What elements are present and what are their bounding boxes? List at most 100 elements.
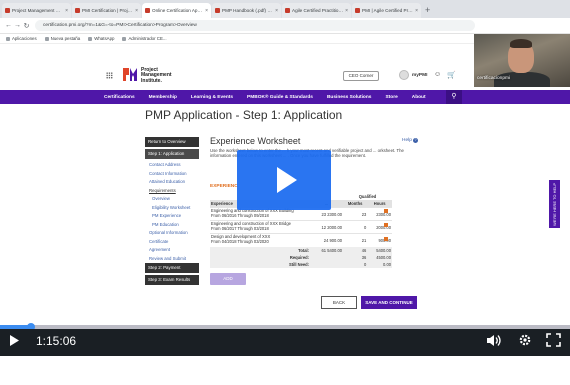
browser-tab[interactable]: Online Certification Applicatio× xyxy=(142,3,211,18)
favicon-icon xyxy=(285,8,290,13)
close-icon[interactable]: × xyxy=(345,8,348,14)
new-tab-icon[interactable]: + xyxy=(425,3,430,18)
back-arrow-icon[interactable]: ← xyxy=(4,22,13,29)
totals-qualified-hours: 5400.00 xyxy=(367,246,392,254)
hours-value: 2300.00 xyxy=(327,211,343,217)
left-nav-item[interactable]: Step 1: Application xyxy=(145,149,199,159)
reload-icon[interactable]: ↻ xyxy=(22,22,31,30)
column-header: Months xyxy=(343,200,368,208)
left-nav-item[interactable]: PM Education xyxy=(145,221,199,230)
left-nav-item[interactable]: Overview xyxy=(145,195,199,204)
cart-icon[interactable]: 🛒 xyxy=(447,71,456,79)
close-icon[interactable]: × xyxy=(205,8,208,14)
bookmark-item[interactable]: Nueva pestaña xyxy=(44,36,80,41)
qualified-hours: 2300.00 xyxy=(367,207,392,221)
url-field[interactable]: certification.pmi.org/?m=1&G=-to=PMI>Cer… xyxy=(35,20,475,31)
help-label: Help xyxy=(402,138,412,143)
settings-gear-icon[interactable] xyxy=(518,333,532,347)
mypmi-menu[interactable]: myPMI xyxy=(412,73,427,78)
forward-arrow-icon[interactable]: → xyxy=(13,22,22,29)
hours-value: 2000.00 xyxy=(327,224,343,230)
browser-tab[interactable]: PMP Handbook (.pdf) (PDF) - 55 kb× xyxy=(212,3,281,18)
add-experience-button[interactable]: ADD xyxy=(210,273,246,285)
left-nav-item[interactable]: Agreement xyxy=(145,246,199,255)
left-nav-item[interactable]: Certificate xyxy=(145,238,199,247)
nav-item[interactable]: PMBOK® Guide & Standards xyxy=(247,95,313,100)
save-and-continue-button[interactable]: SAVE AND CONTINUE xyxy=(361,296,417,309)
project-dates: From 06/2017 Through 03/2018 xyxy=(211,226,269,231)
browser-tab[interactable]: PMI Certification | Project Mana× xyxy=(72,3,141,18)
search-icon[interactable]: ⚲ xyxy=(446,90,462,104)
totals-row: Required: 36 4500.00 xyxy=(210,253,392,261)
volume-icon[interactable] xyxy=(486,334,502,347)
browser-tab[interactable]: PMI | Agile Certified Practitioner× xyxy=(352,3,421,18)
left-nav-item[interactable]: Return to Overview xyxy=(145,137,199,147)
left-nav-item[interactable]: Attained Education xyxy=(145,178,199,187)
left-nav-item[interactable]: Requirements xyxy=(145,187,199,196)
bookmark-label: Administrador CE... xyxy=(128,36,167,41)
help-link[interactable]: Help? xyxy=(402,138,418,143)
play-icon[interactable] xyxy=(9,334,20,347)
bookmark-label: WhatsApp xyxy=(94,36,115,41)
months-value: 23 xyxy=(321,211,327,217)
totals-label: Required: xyxy=(210,253,310,261)
left-nav-item[interactable]: PM Experience xyxy=(145,212,199,221)
totals-value xyxy=(310,253,344,261)
browser-tab[interactable]: Project Management Certificati× xyxy=(2,3,71,18)
left-nav-item[interactable]: Step 2: Payment xyxy=(145,263,199,273)
left-nav-item[interactable]: Eligibility Worksheet xyxy=(145,204,199,213)
delete-row-icon[interactable] xyxy=(384,223,388,227)
bookmark-item[interactable]: WhatsApp xyxy=(88,36,114,41)
play-overlay-button[interactable] xyxy=(237,150,331,210)
totals-value xyxy=(310,260,344,268)
apps-grid-icon[interactable] xyxy=(106,72,113,79)
tab-label: Agile Certified Practitioner | PMI xyxy=(292,8,344,13)
nav-item[interactable]: Learning & Events xyxy=(191,95,233,100)
presenter-hair xyxy=(510,39,532,48)
experience-heading: EXPERIENC xyxy=(210,184,238,189)
bookmark-label: Aplicaciones xyxy=(12,36,37,41)
ceo-corner-button[interactable]: CEO Corner xyxy=(343,71,379,81)
totals-label: Total: xyxy=(210,246,310,254)
column-header: Hours xyxy=(367,200,392,208)
qualified-hours: 900.00 xyxy=(367,233,392,247)
tab-label: PMI | Agile Certified Practitioner xyxy=(362,8,413,13)
bookmark-icon xyxy=(6,36,10,41)
nav-item[interactable]: Certifications xyxy=(104,95,135,100)
bookmark-item[interactable]: Administrador CE... xyxy=(122,36,167,41)
delete-row-icon[interactable] xyxy=(384,237,388,241)
play-icon[interactable] xyxy=(237,150,331,210)
browser-tab[interactable]: Agile Certified Practitioner | PMI× xyxy=(282,3,351,18)
close-icon[interactable]: × xyxy=(135,8,138,14)
favicon-icon xyxy=(75,8,80,13)
close-icon[interactable]: × xyxy=(275,8,278,14)
nav-item[interactable]: Business Solutions xyxy=(327,95,372,100)
totals-hours: 5400.00 xyxy=(327,247,343,253)
left-nav-item[interactable]: Step 3: Exam Results xyxy=(145,275,199,285)
project-dates: From 04/2018 Through 03/2020 xyxy=(211,239,269,245)
close-icon[interactable]: × xyxy=(65,8,68,14)
close-icon[interactable]: × xyxy=(415,8,418,14)
pmi-logo-icon[interactable] xyxy=(122,66,138,82)
nav-item[interactable]: Store xyxy=(385,95,397,100)
project-dates: From 06/2016 Through 09/2018 xyxy=(211,213,269,218)
help-side-tab[interactable]: WE'RE HERE TO HELP xyxy=(549,180,560,228)
qualified-hours: 2000.00 xyxy=(367,220,392,234)
project-cell[interactable]: Engineering and construction of XXX Brid… xyxy=(210,220,310,234)
back-button[interactable]: BACK xyxy=(321,296,357,309)
left-nav-item[interactable]: Contact Address xyxy=(145,161,199,170)
fullscreen-icon[interactable] xyxy=(546,333,561,347)
user-icon[interactable]: ☺ xyxy=(434,71,441,78)
avatar[interactable] xyxy=(399,70,409,80)
delete-row-icon[interactable] xyxy=(384,209,388,213)
left-nav-item[interactable]: Review and Submit xyxy=(145,255,199,264)
bookmark-item[interactable]: Aplicaciones xyxy=(6,36,37,41)
pmi-logo-text: Project Management Institute. xyxy=(141,67,172,84)
nav-item[interactable]: About xyxy=(412,95,426,100)
project-cell[interactable]: Design and development of XXX From 04/201… xyxy=(210,233,310,247)
left-nav-item[interactable]: Contact Information xyxy=(145,170,199,179)
help-icon[interactable]: ? xyxy=(412,138,418,143)
left-nav-item[interactable]: Optional Information xyxy=(145,229,199,238)
nav-item[interactable]: Membership xyxy=(149,95,177,100)
table-row: Engineering and construction of XXX Brid… xyxy=(210,220,392,234)
